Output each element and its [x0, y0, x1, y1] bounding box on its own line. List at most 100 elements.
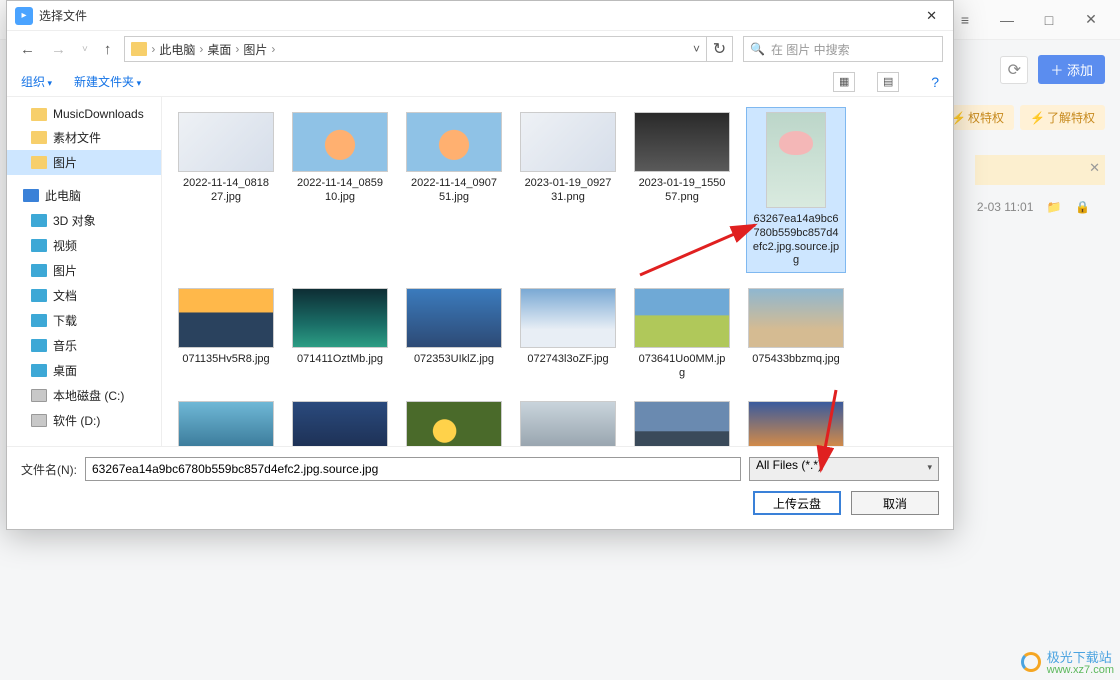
file-item[interactable]: 2022-11-14_085910.jpg: [290, 107, 390, 273]
crumb-0[interactable]: 此电脑: [159, 41, 195, 58]
breadcrumb[interactable]: › 此电脑 › 桌面 › 图片 › ˅: [124, 36, 707, 62]
file-item[interactable]: 073641Uo0MM.jpg: [632, 283, 732, 386]
host-notice-close[interactable]: ✕: [1089, 160, 1100, 176]
file-thumbnail: [178, 288, 274, 348]
folder-icon[interactable]: 📁: [1047, 200, 1062, 214]
nav-up[interactable]: ↑: [101, 38, 115, 61]
tree-node-icon: [31, 108, 47, 121]
file-thumbnail: [520, 401, 616, 447]
tree-node[interactable]: 素材文件: [7, 125, 161, 150]
filename-input[interactable]: [85, 457, 741, 481]
tree-node-label: 图片: [53, 154, 77, 171]
file-item[interactable]: 082918i43vh.jpg: [746, 396, 846, 447]
file-name: 2023-01-19_155057.png: [637, 177, 727, 205]
tree-node-icon: [31, 131, 47, 144]
file-name: 071411OztMb.jpg: [297, 353, 383, 367]
tree-node-icon: [31, 289, 47, 302]
file-item[interactable]: 2023-01-19_092731.png: [518, 107, 618, 273]
file-thumbnail: [634, 112, 730, 172]
file-thumbnail: [748, 288, 844, 348]
view-thumbnails-button[interactable]: ▦: [833, 72, 855, 92]
help-button[interactable]: ?: [931, 74, 939, 90]
tree-node[interactable]: 本地磁盘 (C:): [7, 383, 161, 408]
new-folder-button[interactable]: 新建文件夹: [74, 73, 141, 90]
file-item[interactable]: 082346PO3cc.jpg: [404, 396, 504, 447]
tree-node[interactable]: 3D 对象: [7, 208, 161, 233]
tree-node-icon: [31, 156, 47, 169]
tree-node-label: 下载: [53, 312, 77, 329]
host-add-button[interactable]: ＋ 添加: [1038, 55, 1105, 84]
tree-node[interactable]: 桌面: [7, 358, 161, 383]
badge-learn[interactable]: ⚡了解特权: [1020, 105, 1105, 130]
host-close[interactable]: ✕: [1076, 11, 1106, 28]
file-item[interactable]: 2023-01-19_155057.png: [632, 107, 732, 273]
crumb-1[interactable]: 桌面: [207, 41, 231, 58]
file-thumbnail: [406, 401, 502, 447]
lock-icon[interactable]: 🔒: [1075, 200, 1090, 214]
search-icon: 🔍: [750, 42, 765, 56]
nav-forward[interactable]: →: [48, 38, 69, 61]
tree-node[interactable]: 图片: [7, 150, 161, 175]
watermark-url: www.xz7.com: [1047, 664, 1114, 676]
nav-back[interactable]: ←: [17, 38, 38, 61]
host-file-time: 2-03 11:01: [977, 200, 1034, 214]
crumb-dropdown[interactable]: ˅: [693, 42, 700, 56]
tree-node[interactable]: 下载: [7, 308, 161, 333]
tree-node-label: 素材文件: [53, 129, 101, 146]
dialog-close-button[interactable]: ✕: [918, 4, 945, 28]
host-maximize[interactable]: □: [1034, 12, 1064, 28]
tree-node[interactable]: 软件 (D:): [7, 408, 161, 433]
file-name: 071135Hv5R8.jpg: [182, 353, 269, 367]
host-menu-icon[interactable]: ≡: [950, 12, 980, 28]
host-notice-bar: [975, 155, 1105, 185]
file-item[interactable]: 072743l3oZF.jpg: [518, 283, 618, 386]
tree-node[interactable]: MusicDownloads: [7, 103, 161, 125]
host-refresh-button[interactable]: ⟳: [1000, 56, 1028, 84]
nav-refresh[interactable]: ↻: [707, 36, 733, 62]
tree-node-icon: [31, 364, 47, 377]
nav-tree[interactable]: MusicDownloads素材文件图片此电脑3D 对象视频图片文档下载音乐桌面…: [7, 97, 162, 446]
filename-label: 文件名(N):: [21, 461, 77, 478]
tree-node-label: 视频: [53, 237, 77, 254]
file-name: 2022-11-14_090751.jpg: [409, 177, 499, 205]
tree-node-label: 文档: [53, 287, 77, 304]
host-toolbar: ⟳ ＋ 添加: [1000, 55, 1105, 84]
filter-select[interactable]: All Files (*.*): [749, 457, 939, 481]
file-thumbnail: [748, 401, 844, 447]
file-item[interactable]: 071411OztMb.jpg: [290, 283, 390, 386]
file-thumbnail: [406, 288, 502, 348]
tree-node[interactable]: 文档: [7, 283, 161, 308]
file-name: 2022-11-14_085910.jpg: [295, 177, 385, 205]
file-item[interactable]: 071135Hv5R8.jpg: [176, 283, 276, 386]
file-dialog: ▸ 选择文件 ✕ ← → ˅ ↑ › 此电脑 › 桌面 › 图片 › ˅ ↻ 🔍…: [6, 0, 954, 530]
file-item[interactable]: 081134Vu9rA.jpg: [290, 396, 390, 447]
tree-node[interactable]: 音乐: [7, 333, 161, 358]
tree-node[interactable]: 图片: [7, 258, 161, 283]
app-icon: ▸: [15, 7, 33, 25]
file-item[interactable]: 2022-11-14_090751.jpg: [404, 107, 504, 273]
dialog-body: MusicDownloads素材文件图片此电脑3D 对象视频图片文档下载音乐桌面…: [7, 97, 953, 446]
tree-node[interactable]: 此电脑: [7, 183, 161, 208]
crumb-sep: ›: [271, 42, 275, 56]
file-pane[interactable]: 2022-11-14_081827.jpg 2022-11-14_085910.j…: [162, 97, 953, 446]
search-input[interactable]: 🔍 在 图片 中搜索: [743, 36, 943, 62]
host-minimize[interactable]: —: [992, 12, 1022, 28]
open-button[interactable]: 上传云盘: [753, 491, 841, 515]
tree-node-icon: [31, 214, 47, 227]
file-grid: 2022-11-14_081827.jpg 2022-11-14_085910.j…: [176, 107, 939, 446]
organize-menu[interactable]: 组织: [21, 73, 52, 90]
file-item[interactable]: 082748ZuVcG.jpg: [632, 396, 732, 447]
file-item[interactable]: 072353UIklZ.jpg: [404, 283, 504, 386]
nav-bar: ← → ˅ ↑ › 此电脑 › 桌面 › 图片 › ˅ ↻ 🔍 在 图片 中搜索: [7, 31, 953, 67]
file-item[interactable]: 075953SXFWu.jpg: [176, 396, 276, 447]
nav-recent[interactable]: ˅: [79, 41, 91, 58]
file-item[interactable]: 63267ea14a9bc6780b559bc857d4efc2.jpg.sou…: [746, 107, 846, 273]
view-details-button[interactable]: ▤: [877, 72, 899, 92]
file-item[interactable]: 082615QSMjQ.jpg: [518, 396, 618, 447]
tree-node[interactable]: 视频: [7, 233, 161, 258]
crumb-2[interactable]: 图片: [243, 41, 267, 58]
file-item[interactable]: 2022-11-14_081827.jpg: [176, 107, 276, 273]
file-thumbnail: [520, 112, 616, 172]
cancel-button[interactable]: 取消: [851, 491, 939, 515]
file-item[interactable]: 075433bbzmq.jpg: [746, 283, 846, 386]
